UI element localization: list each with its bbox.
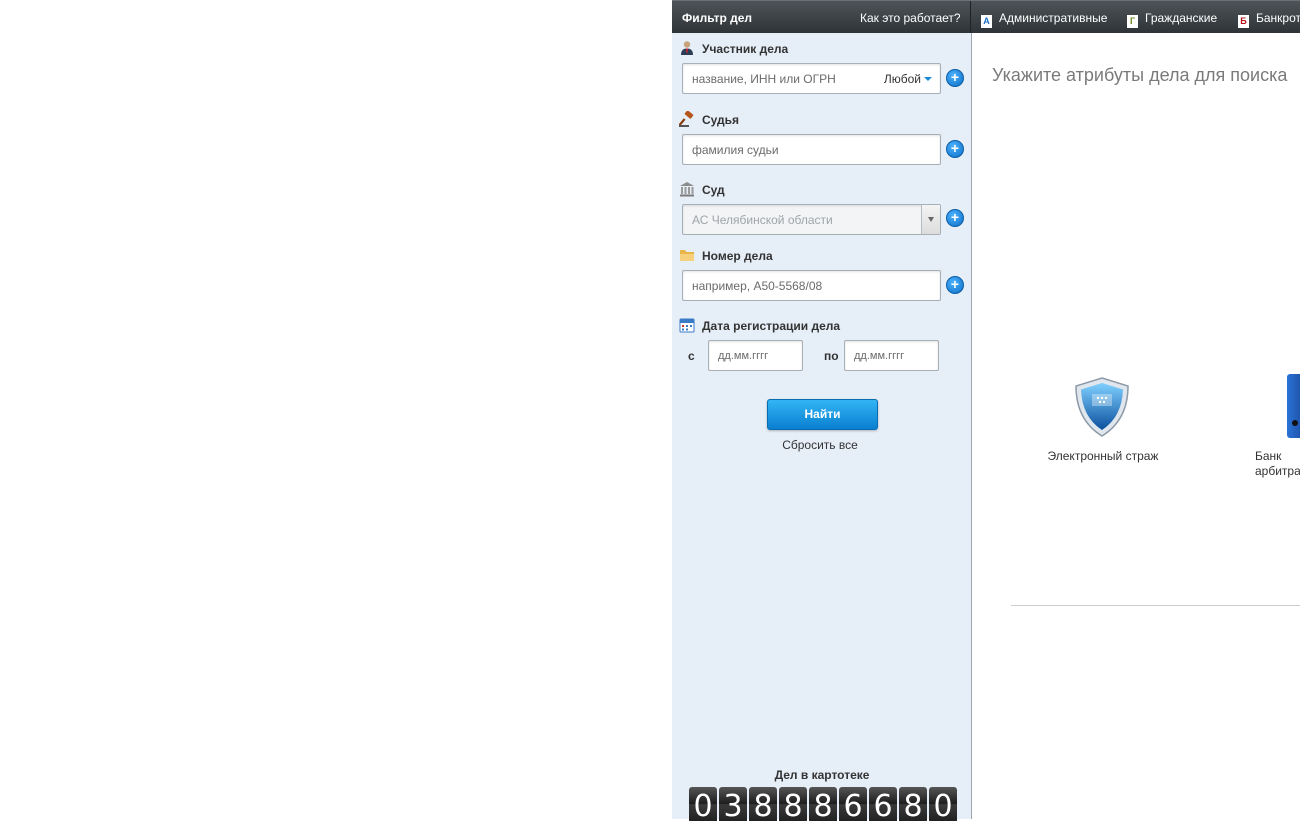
judge-input[interactable]: фамилия судьи (682, 134, 941, 165)
section-divider (1011, 605, 1300, 606)
bankruptcy-icon: Б (1238, 15, 1249, 28)
participant-mode-dropdown[interactable]: Любой (884, 72, 932, 86)
case-number-placeholder: например, А50-5568/08 (692, 279, 823, 293)
participant-label: Участник дела (702, 42, 789, 56)
date-from-placeholder: дд.мм.гггг (718, 350, 769, 362)
counter-digit: 8 (809, 787, 837, 821)
case-number-label: Номер дела (702, 249, 773, 263)
participant-mode-value: Любой (883, 72, 921, 86)
folder-icon (680, 250, 694, 261)
reg-date-label: Дата регистрации дела (702, 319, 841, 333)
top-bar: Фильтр дел Как это работает? A Администра… (672, 0, 1300, 34)
date-from-input[interactable]: дд.мм.гггг (708, 340, 803, 371)
judge-label: Судья (702, 113, 740, 127)
tab-bankruptcy-label: Банкрот (1256, 11, 1300, 25)
counter-digit: 8 (779, 787, 807, 821)
date-to-label: по (824, 349, 839, 363)
counter-digit: 0 (689, 787, 717, 821)
bank-label-line2: арбитра (1255, 464, 1300, 478)
electronic-guard-link[interactable]: Электронный страж (1033, 449, 1173, 463)
filter-title: Фильтр дел (682, 11, 753, 25)
counter-digit: 8 (899, 787, 927, 821)
judge-placeholder: фамилия судьи (692, 143, 779, 157)
tab-civil[interactable]: Г Гражданские (1127, 11, 1217, 28)
participant-placeholder: название, ИНН или ОГРН (692, 72, 836, 86)
filter-sidebar: Участник дела название, ИНН или ОГРН Люб… (672, 33, 972, 821)
case-counter: 0 3 8 8 8 6 6 8 0 (689, 787, 959, 821)
tab-bankruptcy[interactable]: Б Банкрот (1238, 11, 1300, 28)
how-it-works-link[interactable]: Как это работает? (860, 11, 961, 25)
counter-digit: 6 (869, 787, 897, 821)
date-to-placeholder: дд.мм.гггг (854, 350, 905, 362)
counter-digit: 3 (719, 787, 747, 821)
administrative-icon: A (981, 15, 992, 28)
tab-administrative[interactable]: A Административные (981, 11, 1107, 28)
add-case-number-button[interactable]: + (946, 276, 964, 294)
court-placeholder: АС Челябинской области (692, 213, 833, 227)
tab-administrative-label: Административные (999, 11, 1108, 25)
add-participant-button[interactable]: + (946, 69, 964, 87)
bank-label-line1: Банк (1255, 449, 1282, 463)
court-dropdown-arrow[interactable] (921, 205, 940, 234)
chevron-down-icon (924, 77, 932, 81)
calendar-icon (679, 318, 695, 333)
shield-icon[interactable] (1073, 376, 1131, 438)
counter-digit: 8 (749, 787, 777, 821)
court-building-icon (680, 182, 694, 197)
add-judge-button[interactable]: + (946, 140, 964, 158)
counter-digit: 6 (839, 787, 867, 821)
gavel-icon (679, 111, 694, 127)
find-button[interactable]: Найти (767, 399, 878, 430)
bank-service-link[interactable]: Банк арбитра (1255, 449, 1300, 479)
topbar-divider (970, 1, 971, 34)
court-select[interactable]: АС Челябинской области (682, 204, 941, 235)
participant-input[interactable]: название, ИНН или ОГРН Любой (682, 63, 941, 94)
bank-icon[interactable] (1287, 374, 1300, 438)
reset-all-link[interactable]: Сбросить все (672, 438, 968, 452)
results-area: Укажите атрибуты дела для поиска Электро… (973, 33, 1300, 819)
search-prompt: Укажите атрибуты дела для поиска (992, 65, 1288, 85)
participant-icon (681, 41, 693, 55)
date-from-label: с (688, 349, 695, 363)
court-label: Суд (702, 183, 725, 197)
tab-civil-label: Гражданские (1145, 11, 1218, 25)
add-court-button[interactable]: + (946, 209, 964, 227)
civil-icon: Г (1127, 15, 1138, 28)
counter-digit: 0 (929, 787, 957, 821)
case-number-input[interactable]: например, А50-5568/08 (682, 270, 941, 301)
case-counter-label: Дел в картотеке (774, 768, 870, 782)
date-to-input[interactable]: дд.мм.гггг (844, 340, 939, 371)
